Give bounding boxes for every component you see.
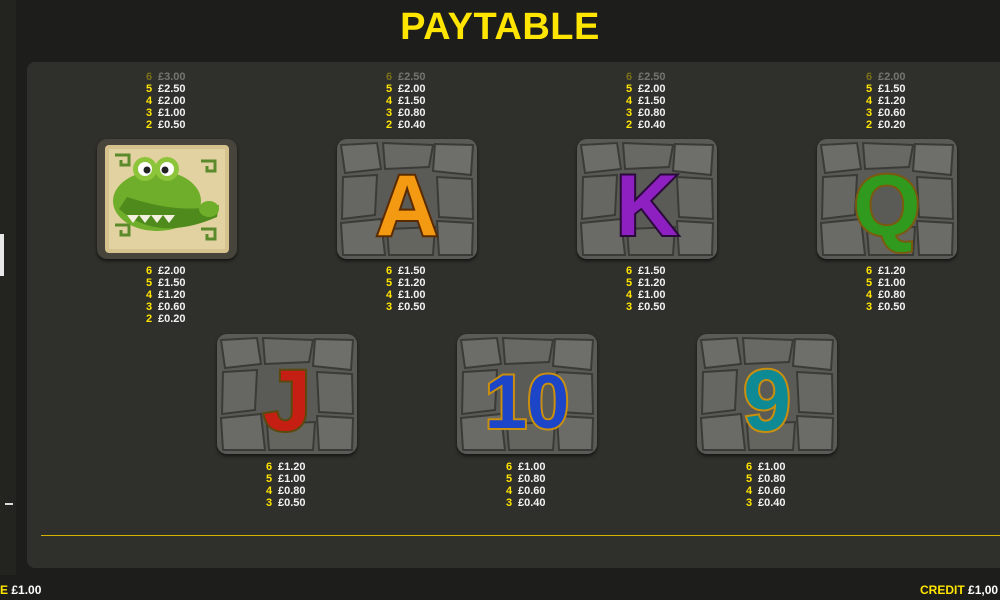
number-9-icon: 9 bbox=[743, 353, 791, 449]
symbol-9-tile: 9 bbox=[697, 334, 837, 454]
symbol-k-tile: K bbox=[577, 139, 717, 259]
letter-q-icon: Q bbox=[854, 158, 921, 254]
paylist-q: 6 £1.20 5 £1.00 4 £0.80 3 £0.50 bbox=[866, 265, 906, 313]
symbol-a-tile: A bbox=[337, 139, 477, 259]
crocodile-icon bbox=[97, 139, 237, 259]
credit-display: CREDIT £1,00 bbox=[920, 583, 998, 597]
panel-divider bbox=[41, 535, 1000, 536]
paytable-title: PAYTABLE bbox=[400, 6, 600, 48]
letter-k-icon: K bbox=[616, 158, 678, 254]
left-edge-strip bbox=[0, 0, 16, 575]
letter-j-icon: J bbox=[263, 353, 311, 449]
paylist-crocodile-above: 6 £3.00 5 £2.50 4 £2.00 3 £1.00 2 £0.50 bbox=[146, 71, 186, 131]
paylist-9: 6 £1.00 5 £0.80 4 £0.60 3 £0.40 bbox=[746, 461, 786, 509]
paylist-a: 6 £1.50 5 £1.20 4 £1.00 3 £0.50 bbox=[386, 265, 426, 313]
bet-value: £1.00 bbox=[11, 583, 42, 597]
paylist-crocodile: 6 £2.00 5 £1.50 4 £1.20 3 £0.60 2 £0.20 bbox=[146, 265, 186, 325]
bet-display: E £1.00 bbox=[0, 583, 41, 597]
credit-label: CREDIT bbox=[920, 583, 965, 597]
menu-handle[interactable] bbox=[0, 234, 4, 276]
number-10-icon: 10 bbox=[485, 360, 570, 445]
collapse-icon[interactable] bbox=[5, 503, 13, 505]
credit-value: £1,00 bbox=[968, 583, 999, 597]
bet-label: E bbox=[0, 583, 9, 597]
symbol-q-tile: Q bbox=[817, 139, 957, 259]
symbol-10-tile: 10 bbox=[457, 334, 597, 454]
symbol-crocodile-tile bbox=[97, 139, 237, 259]
paylist-k-above: 6 £2.50 5 £2.00 4 £1.50 3 £0.80 2 £0.40 bbox=[626, 71, 666, 131]
paylist-q-above: 6 £2.00 5 £1.50 4 £1.20 3 £0.60 2 £0.20 bbox=[866, 71, 906, 131]
paylist-k: 6 £1.50 5 £1.20 4 £1.00 3 £0.50 bbox=[626, 265, 666, 313]
paylist-10: 6 £1.00 5 £0.80 4 £0.60 3 £0.40 bbox=[506, 461, 546, 509]
letter-a-icon: A bbox=[376, 158, 438, 254]
symbol-j-tile: J bbox=[217, 334, 357, 454]
paylist-j: 6 £1.20 5 £1.00 4 £0.80 3 £0.50 bbox=[266, 461, 306, 509]
paylist-a-above: 6 £2.50 5 £2.00 4 £1.50 3 £0.80 2 £0.40 bbox=[386, 71, 426, 131]
